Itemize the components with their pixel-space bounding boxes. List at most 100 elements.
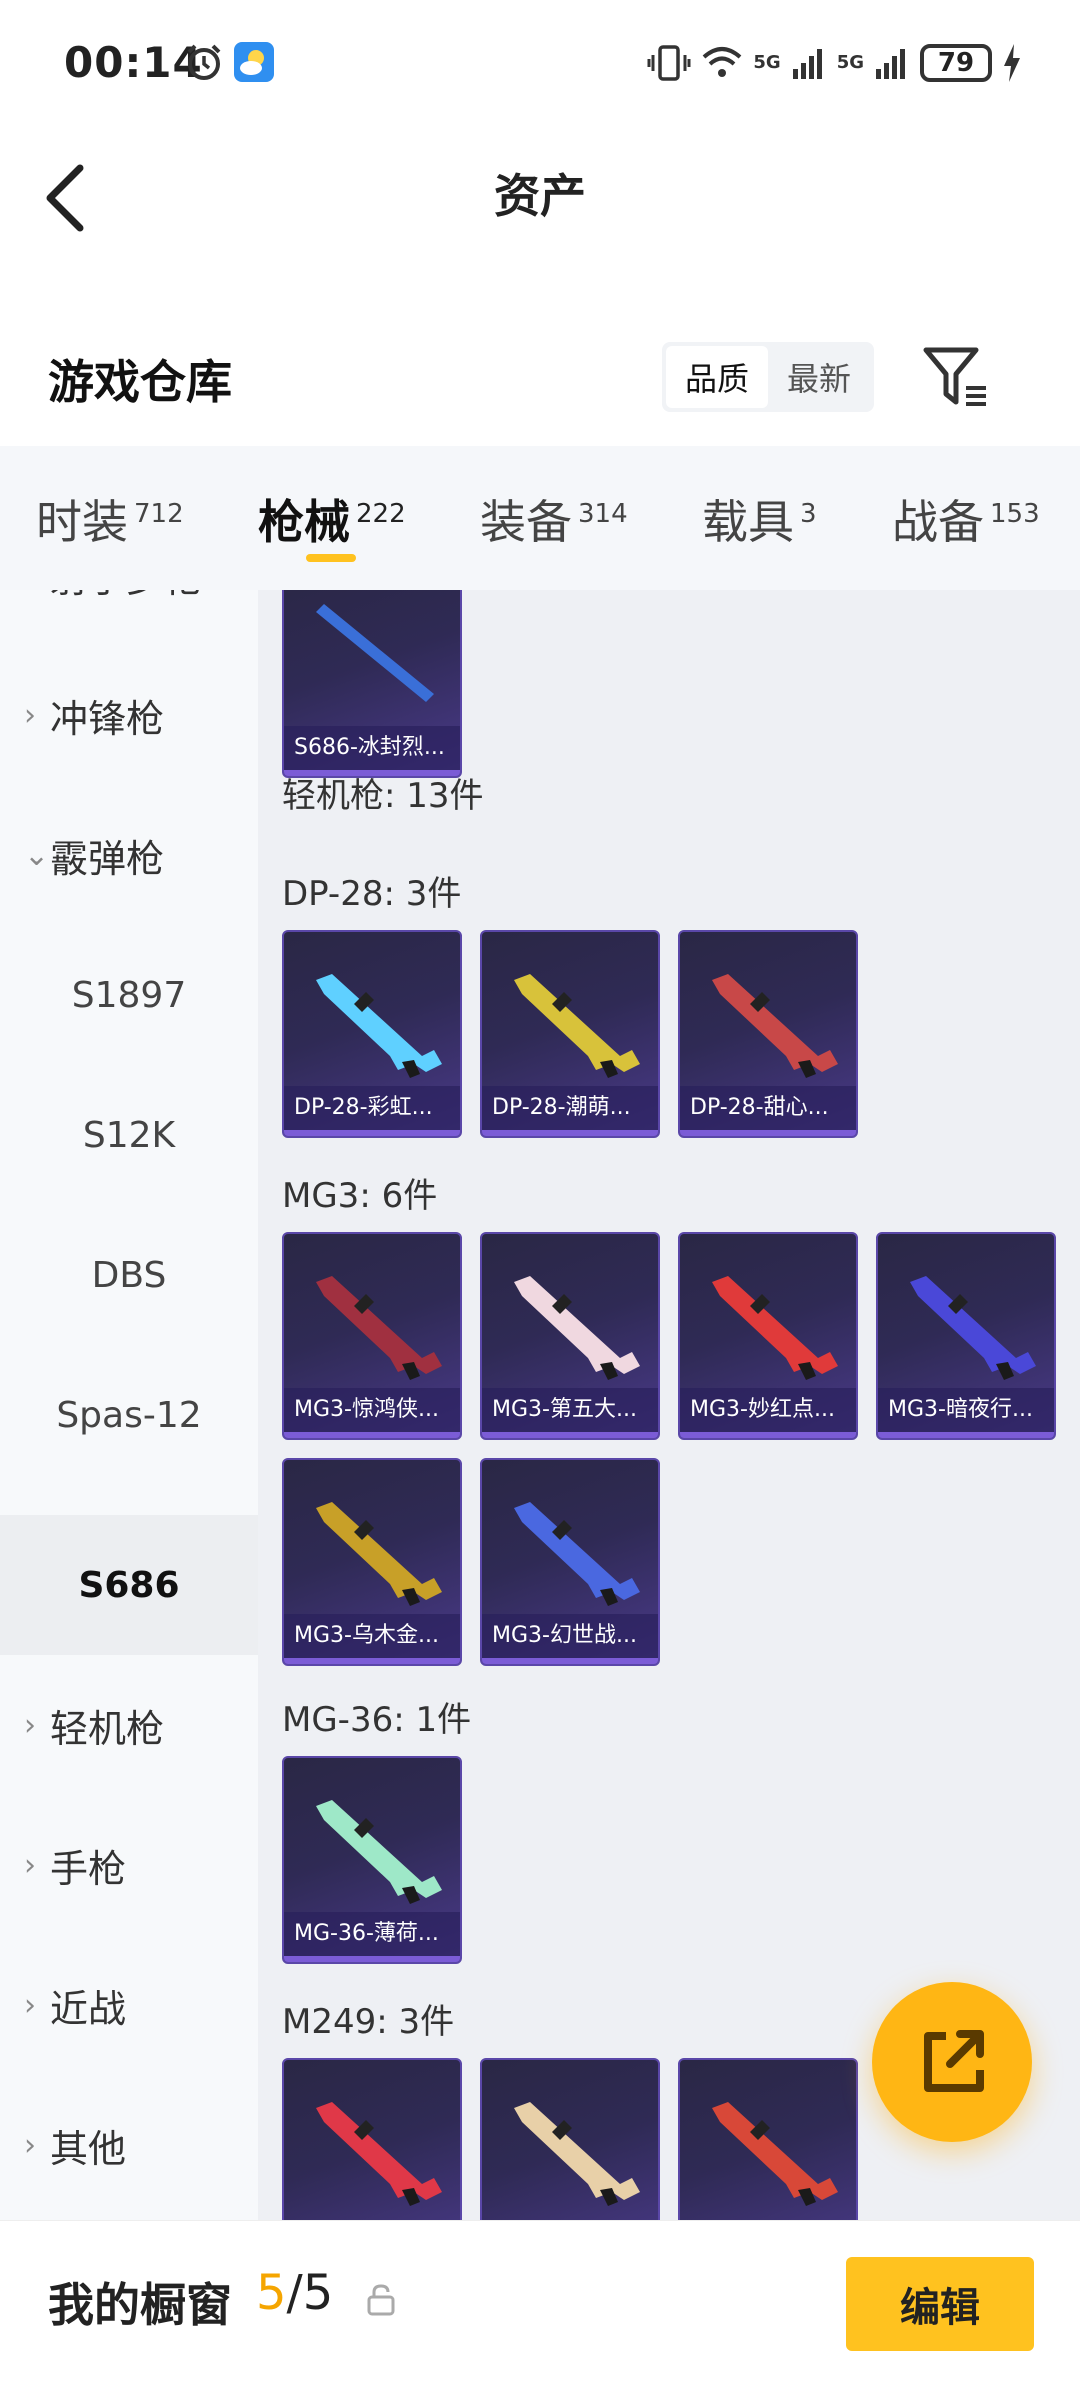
- section-title: MG3: 6件: [282, 1176, 438, 1216]
- filter-icon[interactable]: [922, 344, 990, 410]
- active-tab-indicator: [306, 554, 356, 562]
- tab-firearms[interactable]: 枪械 222: [258, 486, 406, 552]
- gun-image: [316, 1276, 442, 1380]
- showcase-label: 我的橱窗: [48, 2278, 232, 2332]
- skin-card[interactable]: S686-冰封烈...: [282, 590, 462, 778]
- gun-image: [316, 1502, 442, 1606]
- sort-quality-button[interactable]: 品质: [666, 346, 768, 408]
- gun-image: [910, 1276, 1036, 1380]
- skin-name: DP-28-潮萌...: [482, 1086, 658, 1130]
- weapon-category-sidebar: › 射手步枪 › 冲锋枪 ⌄霰弹枪 S1897 S12K DBS Spas-12 S…: [0, 590, 258, 2220]
- tab-fashion[interactable]: 时装 712: [36, 486, 184, 552]
- signal-icon: [876, 49, 905, 79]
- edit-button[interactable]: 编辑: [846, 2257, 1034, 2351]
- category-title: 轻机枪: 13件: [282, 776, 484, 816]
- skin-name: MG-36-薄荷...: [284, 1912, 460, 1956]
- chevron-right-icon: ›: [24, 1707, 36, 1743]
- section-title: MG-36: 1件: [282, 1700, 472, 1740]
- skin-name: DP-28-甜心...: [680, 1086, 856, 1130]
- skin-name: MG3-暗夜行...: [878, 1388, 1054, 1432]
- gun-image: [316, 1800, 442, 1904]
- sidebar-item-label: 冲锋枪: [50, 696, 165, 741]
- tab-count: 222: [356, 499, 406, 529]
- skin-name: MG3-乌木金...: [284, 1614, 460, 1658]
- skin-name: MG3-惊鸿侠...: [284, 1388, 460, 1432]
- chevron-right-icon: ›: [24, 2127, 36, 2163]
- status-time: 00:14: [64, 38, 203, 87]
- chevron-right-icon: ›: [24, 1847, 36, 1883]
- tab-vehicles[interactable]: 载具 3: [702, 486, 817, 552]
- tab-label: 战备: [892, 495, 984, 549]
- skin-card[interactable]: DP-28-潮萌...: [480, 930, 660, 1138]
- sidebar-item-pistol[interactable]: › 手枪: [0, 1795, 258, 1935]
- chevron-right-icon: ›: [24, 1987, 36, 2023]
- chevron-right-icon: ›: [24, 697, 36, 733]
- tab-label: 时装: [36, 495, 128, 549]
- skin-name: MG3-妙红点...: [680, 1388, 856, 1432]
- wifi-icon: [703, 47, 742, 77]
- gun-image: [514, 1276, 640, 1380]
- tab-count: 712: [134, 499, 184, 529]
- status-bar: 00:14 5G 5G 79: [0, 0, 1080, 126]
- skin-card[interactable]: [678, 2058, 858, 2220]
- sort-newest-button[interactable]: 最新: [768, 346, 870, 408]
- sidebar-item-label: 近战: [50, 1986, 127, 2031]
- skin-card[interactable]: [282, 2058, 462, 2220]
- sidebar-item-other[interactable]: › 其他: [0, 2075, 258, 2215]
- section-title: M249: 3件: [282, 2002, 455, 2042]
- sidebar-item-melee[interactable]: › 近战: [0, 1935, 258, 2075]
- skin-card[interactable]: MG3-妙红点...: [678, 1232, 858, 1440]
- sidebar-item-marksman-rifle[interactable]: › 射手步枪: [0, 590, 258, 645]
- warehouse-title: 游戏仓库: [48, 355, 232, 409]
- skin-name: DP-28-彩虹...: [284, 1086, 460, 1130]
- sidebar-item-smg[interactable]: › 冲锋枪: [0, 645, 258, 785]
- skin-card[interactable]: MG-36-薄荷...: [282, 1756, 462, 1964]
- sidebar-item-s686[interactable]: S686: [0, 1515, 258, 1655]
- tab-label: 载具: [702, 495, 794, 549]
- showcase-current: 5: [256, 2265, 287, 2321]
- sidebar-item-label: 手枪: [50, 1846, 127, 1891]
- skin-card[interactable]: MG3-惊鸿侠...: [282, 1232, 462, 1440]
- sidebar-item-shotgun[interactable]: ⌄ 霰弹枪: [0, 785, 258, 925]
- tab-label: 枪械: [258, 495, 350, 549]
- tab-supplies[interactable]: 战备 153: [892, 486, 1040, 552]
- sidebar-item-s1897[interactable]: S1897: [0, 925, 258, 1065]
- tab-equipment[interactable]: 装备 314: [480, 486, 628, 552]
- page-title: 资产: [494, 169, 586, 223]
- gun-image: [712, 974, 838, 1078]
- skin-card[interactable]: [480, 2058, 660, 2220]
- battery-icon: 79: [920, 44, 992, 82]
- skin-card[interactable]: DP-28-甜心...: [678, 930, 858, 1138]
- gun-image: [316, 2102, 442, 2206]
- gun-image: [514, 1502, 640, 1606]
- skin-card[interactable]: MG3-乌木金...: [282, 1458, 462, 1666]
- skin-card[interactable]: MG3-幻世战...: [480, 1458, 660, 1666]
- tab-count: 153: [990, 499, 1040, 529]
- gun-image: [514, 2102, 640, 2206]
- sidebar-item-dbs[interactable]: DBS: [0, 1205, 258, 1345]
- charging-icon: [1004, 44, 1020, 82]
- alarm-icon: [187, 44, 221, 80]
- skin-card[interactable]: MG3-暗夜行...: [876, 1232, 1056, 1440]
- gun-image: [316, 974, 442, 1078]
- share-icon: [924, 2030, 984, 2092]
- skin-name: S686-冰封烈...: [284, 726, 460, 770]
- skin-card[interactable]: MG3-第五大...: [480, 1232, 660, 1440]
- tab-label: 装备: [480, 495, 572, 549]
- sidebar-item-lmg[interactable]: › 轻机枪: [0, 1655, 258, 1795]
- chevron-down-icon: ⌄: [24, 837, 50, 873]
- showcase-total: /5: [286, 2265, 334, 2321]
- sidebar-item-spas12[interactable]: Spas-12: [0, 1345, 258, 1485]
- app-header: 资产: [0, 126, 1080, 256]
- lock-icon: [367, 2284, 395, 2316]
- signal-icon: [792, 49, 822, 79]
- network-label-1: 5G: [753, 52, 781, 73]
- gun-image: [712, 1276, 838, 1380]
- sidebar-item-label: 霰弹枪: [50, 836, 165, 881]
- sidebar-item-s12k[interactable]: S12K: [0, 1065, 258, 1205]
- vibrate-icon: [647, 45, 691, 81]
- share-button[interactable]: [872, 1982, 1032, 2142]
- skin-card[interactable]: DP-28-彩虹...: [282, 930, 462, 1138]
- sidebar-item-label: 轻机枪: [50, 1706, 165, 1751]
- skin-name: MG3-幻世战...: [482, 1614, 658, 1658]
